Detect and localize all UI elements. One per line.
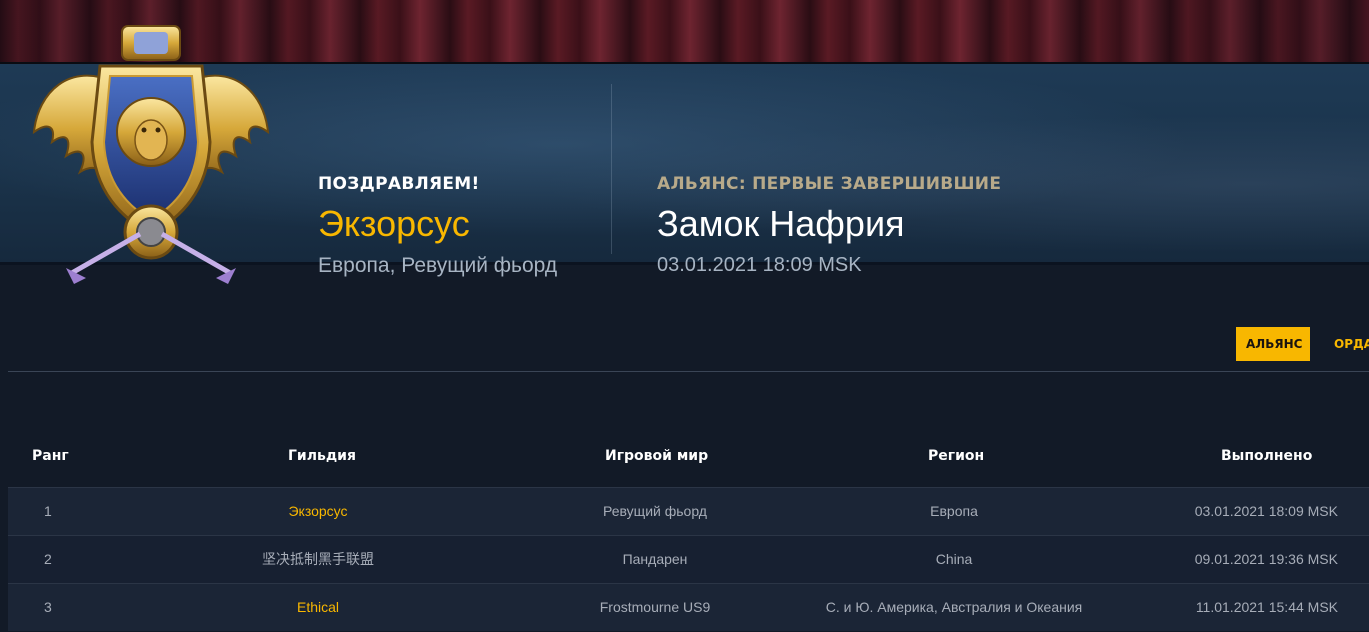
completed-cell: 03.01.2021 18:09 MSK [1194, 503, 1338, 519]
header-region: Регион [928, 448, 985, 464]
winner-guild-realm: Европа, Ревущий фьорд [318, 254, 558, 277]
raid-info-block: АЛЬЯНС: ПЕРВЫЕ ЗАВЕРШИВШИЕ Замок Нафрия … [657, 174, 1001, 277]
region-cell: С. и Ю. Америка, Австралия и Океания [825, 599, 1083, 615]
table-header: Ранг Гильдия Игровой мир Регион Выполнен… [8, 448, 1369, 472]
region-cell: Европа [930, 503, 978, 519]
raid-completed-date: 03.01.2021 18:09 MSK [657, 254, 862, 276]
header-rank: Ранг [32, 448, 69, 464]
rank-cell: 3 [44, 599, 52, 615]
header-guild: Гильдия [288, 448, 356, 464]
realm-cell: Пандарен [622, 551, 688, 567]
realm-cell: Frostmourne US9 [599, 599, 711, 615]
header-completed: Выполнено [1221, 448, 1313, 464]
table-row[interactable]: 1 Экзорсус Ревущий фьорд Европа 03.01.20… [8, 487, 1369, 535]
completed-cell: 09.01.2021 19:36 MSK [1194, 551, 1338, 567]
faction-first-label: АЛЬЯНС: ПЕРВЫЕ ЗАВЕРШИВШИЕ [657, 174, 1002, 194]
raid-name: Замок Нафрия [657, 203, 905, 244]
tab-alliance[interactable]: АЛЬЯНС [1236, 327, 1310, 361]
region-cell: China [935, 551, 973, 567]
tab-horde[interactable]: ОРДА [1324, 327, 1369, 361]
banner-divider [611, 84, 612, 254]
congrats-label: ПОЗДРАВЛЯЕМ! [318, 174, 480, 194]
winner-guild-name[interactable]: Экзорсус [318, 204, 557, 244]
alliance-crest-icon [32, 25, 270, 284]
section-divider [8, 371, 1369, 372]
ranking-table: 1 Экзорсус Ревущий фьорд Европа 03.01.20… [8, 487, 1369, 631]
guild-link[interactable]: Ethical [188, 584, 448, 631]
guild-link[interactable]: 坚决抵制黑手联盟 [188, 536, 448, 583]
completed-cell: 11.01.2021 15:44 MSK [1195, 599, 1338, 615]
realm-cell: Ревущий фьорд [603, 503, 707, 519]
rank-cell: 1 [44, 503, 52, 519]
guild-link[interactable]: Экзорсус [188, 488, 448, 535]
guild-congrats-block: ПОЗДРАВЛЯЕМ! Экзорсус Европа, Ревущий фь… [318, 174, 557, 278]
rank-cell: 2 [44, 551, 52, 567]
header-realm: Игровой мир [605, 448, 709, 464]
table-row[interactable]: 2 坚决抵制黑手联盟 Пандарен China 09.01.2021 19:… [8, 535, 1369, 583]
table-row[interactable]: 3 Ethical Frostmourne US9 С. и Ю. Америк… [8, 583, 1369, 631]
